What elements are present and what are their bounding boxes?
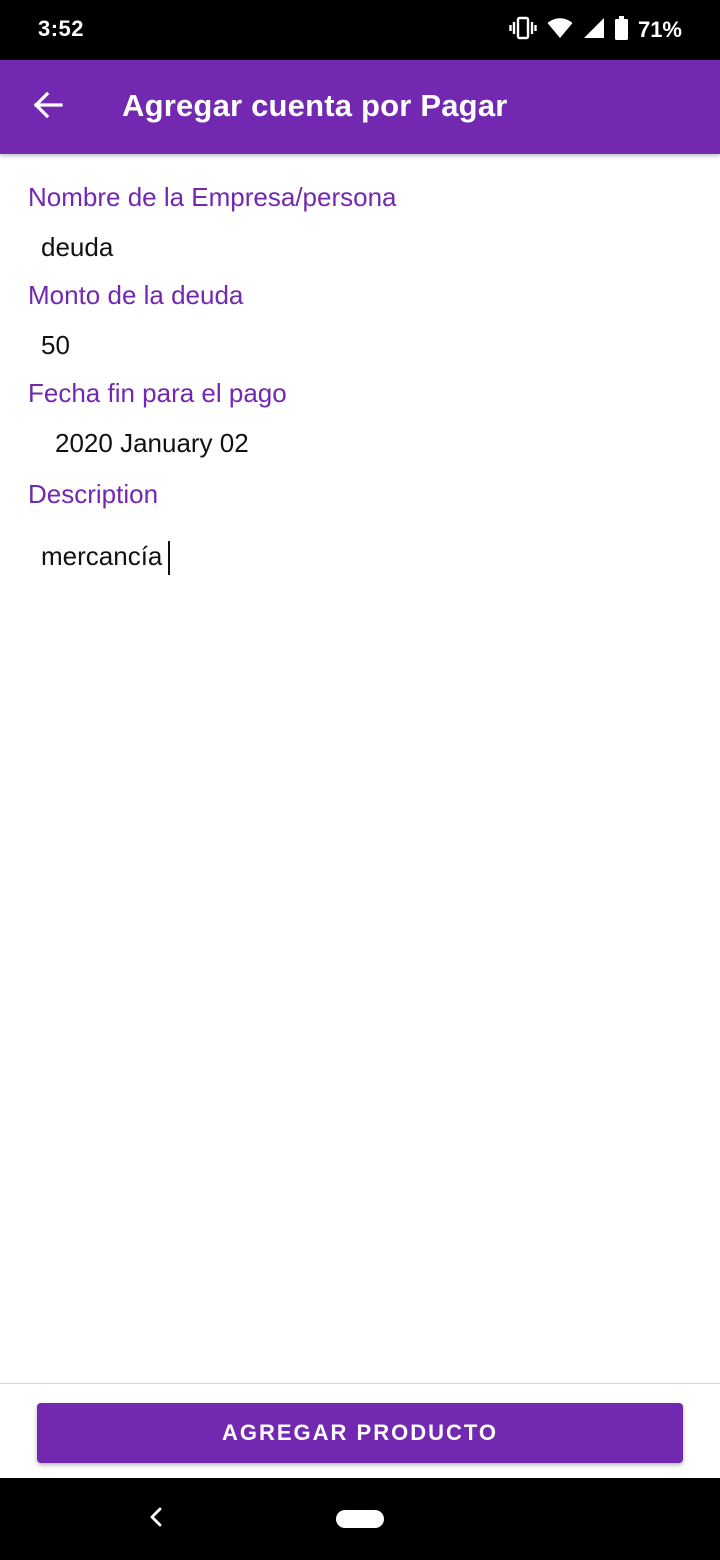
app-bar: Agregar cuenta por Pagar: [0, 60, 720, 154]
vibrate-icon: [509, 15, 537, 46]
description-text: mercancía: [41, 541, 163, 571]
battery-icon: [614, 15, 628, 45]
screen: 3:52 71% Agregar cuenta por Pagar Nombre…: [0, 0, 720, 1560]
add-product-button[interactable]: AGREGAR PRODUCTO: [37, 1403, 683, 1463]
wifi-icon: [547, 17, 573, 44]
cell-signal-icon: [583, 17, 605, 44]
amount-label: Monto de la deuda: [28, 280, 244, 310]
due-date-label: Fecha fin para el pago: [28, 378, 287, 408]
text-cursor: [168, 541, 171, 576]
description-label: Description: [28, 479, 159, 509]
system-nav-bar: [0, 1478, 720, 1560]
status-bar: 3:52 71%: [0, 0, 720, 60]
due-date-field[interactable]: 2020 January 02: [55, 428, 249, 459]
nav-back-button[interactable]: [140, 1502, 172, 1536]
company-name-label: Nombre de la Empresa/persona: [28, 182, 397, 212]
arrow-back-icon: [32, 89, 64, 126]
status-time: 3:52: [38, 16, 85, 41]
nav-home-pill-icon[interactable]: [336, 1510, 384, 1528]
battery-percent: 71%: [637, 17, 682, 42]
back-button[interactable]: [22, 81, 74, 133]
nav-back-icon: [149, 1506, 163, 1533]
page-title: Agregar cuenta por Pagar: [122, 88, 508, 123]
description-field[interactable]: mercancía: [41, 541, 171, 576]
company-name-field[interactable]: deuda: [41, 232, 113, 263]
amount-field[interactable]: 50: [41, 330, 70, 361]
status-icons: 71%: [509, 15, 682, 46]
bottom-action-panel: AGREGAR PRODUCTO: [0, 1383, 720, 1479]
